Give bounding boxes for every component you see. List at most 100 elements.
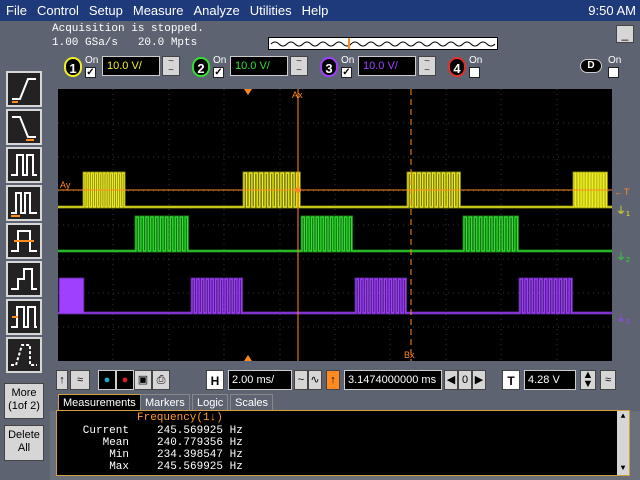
measurement-scrollbar[interactable]: ▲ ▼ <box>617 411 629 475</box>
runt-trigger-button[interactable] <box>6 261 42 297</box>
channel-3-ground-icon: ⏚ <box>616 313 626 325</box>
channel-1-scale[interactable]: 10.0 V/ <box>102 56 160 76</box>
channel-2-trace <box>58 216 612 252</box>
menu-control[interactable]: Control <box>32 0 84 21</box>
graticule[interactable]: Ax Bx Ay <box>58 89 612 361</box>
channel-3-checkbox[interactable]: ✓ <box>341 67 352 78</box>
timebase-fine-icon[interactable]: ∿ <box>308 370 322 390</box>
channel-3-adjust[interactable]: ~ ~ <box>418 56 436 76</box>
channel-1-on-label: On <box>85 55 99 66</box>
setup-hold-trigger-button[interactable] <box>6 299 42 335</box>
measurement-min-label: Min <box>109 449 129 461</box>
menu-help[interactable]: Help <box>297 0 334 21</box>
runt-icon <box>11 268 37 290</box>
channel-1-checkbox[interactable]: ✓ <box>85 67 96 78</box>
run-button[interactable]: ● <box>98 370 116 390</box>
minimize-button[interactable]: _ <box>616 25 634 43</box>
menu-file[interactable]: File <box>0 0 32 21</box>
trigger-level-spinner[interactable]: ▲ ▼ <box>580 370 596 390</box>
tab-logic[interactable]: Logic <box>192 394 229 411</box>
tab-markers[interactable]: Markers <box>140 394 190 411</box>
level-indicators: ← T ⏚ 1 ⏚ 2 ⏚ 3 <box>614 187 630 326</box>
marker-ax-label: Ax <box>292 90 303 100</box>
waveform-canvas: Ax Bx Ay <box>58 89 612 361</box>
setup-hold-icon <box>11 306 37 328</box>
horizontal-control-bar: ↑ ≈ ● ● ▣ ⎙ H 2.00 ms/ ~ ∿ ↑ 3.147400000… <box>50 367 640 393</box>
channel-2-on-label: On <box>213 55 227 66</box>
marker-ax-point <box>295 187 301 193</box>
channel-2-checkbox[interactable]: ✓ <box>213 67 224 78</box>
delay-field[interactable]: 3.1474000000 ms <box>344 370 442 390</box>
trigger-position-top-icon <box>244 89 252 95</box>
transition-trigger-button[interactable] <box>6 337 42 373</box>
channel-1-adjust[interactable]: ~ ~ <box>162 56 180 76</box>
pulse-width-trigger-button[interactable] <box>6 147 42 183</box>
delete-all-button[interactable]: Delete All <box>4 425 44 461</box>
marker-bx-label: Bx <box>404 350 415 360</box>
timebase-adjust-icon[interactable]: ~ <box>294 370 308 390</box>
overview-wave-icon <box>270 38 496 49</box>
channel-2-button[interactable]: 2 <box>192 57 210 77</box>
timeout-icon <box>11 230 37 252</box>
channel-bar: 1 On ✓ 10.0 V/ ~ ~ 2 On ✓ 10.0 V/ ~ ~ 3 On… <box>50 53 640 81</box>
timeout-trigger-button[interactable] <box>6 223 42 259</box>
trigger-level-label: T <box>624 187 630 197</box>
channel-2-ground-icon: ⏚ <box>616 251 626 263</box>
channel-2-ground-label: 2 <box>626 257 630 264</box>
measurement-current-value: 245.569925 Hz <box>157 425 243 437</box>
falling-edge-trigger-button[interactable] <box>6 109 42 145</box>
channel-1-ground-label: 1 <box>626 211 630 218</box>
delay-reference-icon[interactable]: ↑ <box>326 370 340 390</box>
waveform-display: Ax Bx Ay ← T ⏚ 1 ⏚ 2 ⏚ 3 <box>50 81 640 367</box>
rising-edge-trigger-button[interactable] <box>6 71 42 107</box>
print-icon[interactable]: ⎙ <box>152 370 170 390</box>
transition-icon <box>11 344 37 366</box>
tab-scales[interactable]: Scales <box>230 394 274 411</box>
channel-4-checkbox[interactable] <box>469 67 480 78</box>
waveform-overview[interactable] <box>268 37 498 50</box>
menu-analyze[interactable]: Analyze <box>188 0 244 21</box>
scroll-down-icon[interactable]: ▼ <box>617 463 629 475</box>
menu-utilities[interactable]: Utilities <box>245 0 297 21</box>
delete-label: Delete All <box>8 429 40 454</box>
measurement-current-label: Current <box>82 425 129 437</box>
measurement-panel: Frequency(1↓) Current 245.569925 Hz Mean… <box>56 410 630 476</box>
measurement-mean-label: Mean <box>102 437 129 449</box>
delay-zero-button[interactable]: 0 <box>458 370 472 390</box>
screenshot-icon[interactable]: ▣ <box>134 370 152 390</box>
channel-1-button[interactable]: 1 <box>64 57 82 77</box>
digital-checkbox[interactable] <box>608 67 619 78</box>
channel-4-button[interactable]: 4 <box>448 57 466 77</box>
scroll-up-button[interactable]: ↑ <box>56 370 68 390</box>
trigger-level-field[interactable]: 4.28 V <box>524 370 576 390</box>
pulse-width-icon <box>11 154 37 176</box>
channel-2-scale[interactable]: 10.0 V/ <box>230 56 288 76</box>
timebase-field[interactable]: 2.00 ms/ <box>228 370 292 390</box>
left-toolbar: More (1of 2) Delete All <box>0 21 50 480</box>
horizontal-label: H <box>206 370 224 390</box>
channel-3-ground-label: 3 <box>626 319 630 326</box>
tab-measurements[interactable]: Measurements <box>58 394 141 411</box>
slider-button[interactable]: ≈ <box>70 370 90 390</box>
trigger-level-slider[interactable]: ≈ <box>600 370 616 390</box>
sample-rate: 1.00 GSa/s 20.0 Mpts <box>52 37 198 49</box>
rising-edge-icon <box>12 78 36 103</box>
channel-4-on-label: On <box>469 55 483 66</box>
delay-left-button[interactable]: ◀ <box>444 370 458 390</box>
menu-measure[interactable]: Measure <box>128 0 189 21</box>
channel-2-adjust[interactable]: ~ ~ <box>290 56 308 76</box>
scroll-up-icon[interactable]: ▲ <box>617 411 629 423</box>
delay-right-button[interactable]: ▶ <box>472 370 486 390</box>
channel-3-button[interactable]: 3 <box>320 57 338 77</box>
digital-on-label: On <box>608 55 622 66</box>
more-button[interactable]: More (1of 2) <box>4 383 44 419</box>
burst-trigger-button[interactable] <box>6 185 42 221</box>
falling-edge-icon <box>12 116 36 141</box>
stop-button[interactable]: ● <box>116 370 134 390</box>
menu-setup[interactable]: Setup <box>84 0 128 21</box>
status-bar: Acquisition is stopped. 1.00 GSa/s 20.0 … <box>50 21 640 53</box>
measurement-title: Frequency(1↓) <box>137 412 223 424</box>
channel-3-scale[interactable]: 10.0 V/ <box>358 56 416 76</box>
digital-channels-button[interactable]: D <box>580 59 602 73</box>
trigger-label: T <box>502 370 520 390</box>
